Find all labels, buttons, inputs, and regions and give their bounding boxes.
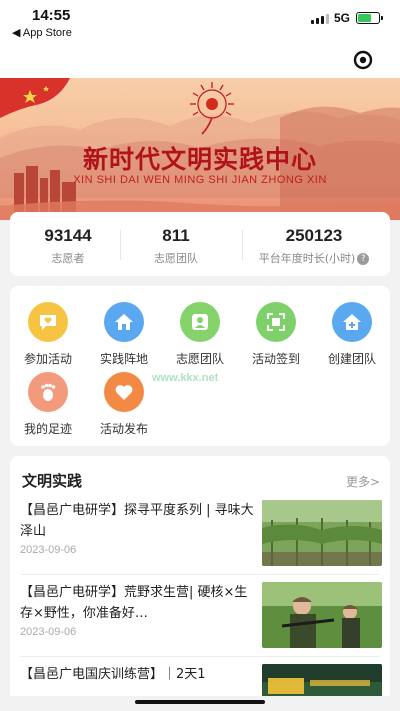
stats-card: 93144 志愿者 811 志愿团队 250123 平台年度时长(小时)? bbox=[10, 212, 390, 276]
footprint-icon bbox=[28, 372, 68, 412]
feature-create-team[interactable]: 创建团队 bbox=[314, 302, 390, 367]
nav-bar bbox=[0, 44, 400, 78]
stat-label: 志愿者 bbox=[51, 252, 85, 265]
team-icon bbox=[180, 302, 220, 342]
stat-label: 志愿团队 bbox=[154, 252, 198, 265]
divider bbox=[20, 656, 380, 657]
home-icon bbox=[104, 302, 144, 342]
stat-volunteers[interactable]: 93144 志愿者 bbox=[18, 226, 118, 266]
stat-value: 250123 bbox=[285, 226, 343, 245]
banner: 新时代文明实践中心 XIN SHI DAI WEN MING SHI JIAN … bbox=[0, 78, 400, 220]
news-title: 【昌邑广电国庆训练营】｜2天1 bbox=[20, 667, 206, 682]
back-to-app-store-link[interactable]: ◀ App Store bbox=[12, 26, 72, 39]
news-thumbnail bbox=[262, 500, 382, 566]
scan-icon bbox=[256, 302, 296, 342]
feature-volunteer-team[interactable]: 志愿团队 bbox=[162, 302, 238, 367]
more-link[interactable]: 更多> bbox=[346, 473, 380, 490]
feature-label: 创建团队 bbox=[327, 352, 376, 366]
add-home-icon bbox=[332, 302, 372, 342]
news-card: 文明实践 更多> 【昌邑广电研学】探寻平度系列 | 寻味大泽山 2023-09-… bbox=[10, 456, 390, 696]
status-time: 14:55 bbox=[32, 7, 71, 24]
watermark-text: www.kkx.net bbox=[152, 372, 219, 384]
news-date: 2023-09-06 bbox=[20, 626, 77, 638]
news-thumbnail bbox=[262, 582, 382, 648]
feature-my-footprint[interactable]: 我的足迹 bbox=[10, 372, 86, 437]
feature-label: 我的足迹 bbox=[23, 422, 72, 436]
banner-subtitle: XIN SHI DAI WEN MING SHI JIAN ZHONG XIN bbox=[73, 174, 327, 186]
news-item[interactable]: 【昌邑广电研学】探寻平度系列 | 寻味大泽山 2023-09-06 bbox=[20, 500, 382, 570]
chat-heart-icon bbox=[28, 302, 68, 342]
network-type: 5G bbox=[334, 11, 351, 25]
stat-label-text: 平台年度时长(小时) bbox=[258, 252, 356, 265]
news-title: 【昌邑广电研学】荒野求生营| 硬核×生存×野性，你准备好… bbox=[20, 585, 248, 621]
stat-label: 平台年度时长(小时)? bbox=[244, 250, 384, 266]
feature-join-activity[interactable]: 参加活动 bbox=[10, 302, 86, 367]
signal-icon bbox=[311, 14, 329, 24]
heart-icon bbox=[104, 372, 144, 412]
news-title: 【昌邑广电研学】探寻平度系列 | 寻味大泽山 bbox=[20, 503, 254, 539]
status-bar: 14:55 ◀ App Store 5G bbox=[0, 0, 400, 44]
stat-value: 93144 bbox=[44, 226, 92, 245]
features-card: 参加活动 实践阵地 志愿团队 活动签到 创建团队 我的足迹 活动发布 bbox=[10, 286, 390, 446]
help-icon[interactable]: ? bbox=[357, 253, 370, 265]
stat-value: 811 bbox=[162, 226, 190, 245]
feature-activity-checkin[interactable]: 活动签到 bbox=[238, 302, 314, 367]
news-item[interactable]: 【昌邑广电研学】荒野求生营| 硬核×生存×野性，你准备好… 2023-09-06 bbox=[20, 582, 382, 652]
news-thumbnail bbox=[262, 664, 382, 696]
feature-practice-base[interactable]: 实践阵地 bbox=[86, 302, 162, 367]
banner-title: 新时代文明实践中心 bbox=[82, 145, 317, 174]
news-date: 2023-09-06 bbox=[20, 544, 77, 556]
feature-label: 活动发布 bbox=[99, 422, 148, 436]
feature-publish-activity[interactable]: 活动发布 bbox=[86, 372, 162, 437]
feature-label: 参加活动 bbox=[23, 352, 72, 366]
divider bbox=[20, 574, 380, 575]
news-item[interactable]: 【昌邑广电国庆训练营】｜2天1 bbox=[20, 664, 382, 696]
feature-label: 活动签到 bbox=[251, 352, 300, 366]
divider bbox=[242, 230, 243, 260]
feature-label: 实践阵地 bbox=[99, 352, 148, 366]
feature-label: 志愿团队 bbox=[175, 352, 224, 366]
home-indicator bbox=[135, 700, 265, 704]
stat-annual-hours[interactable]: 250123 平台年度时长(小时)? bbox=[244, 226, 384, 266]
eye-icon[interactable] bbox=[351, 48, 375, 72]
battery-icon bbox=[356, 12, 383, 24]
section-title: 文明实践 bbox=[22, 472, 83, 490]
stat-teams[interactable]: 811 志愿团队 bbox=[120, 226, 232, 266]
